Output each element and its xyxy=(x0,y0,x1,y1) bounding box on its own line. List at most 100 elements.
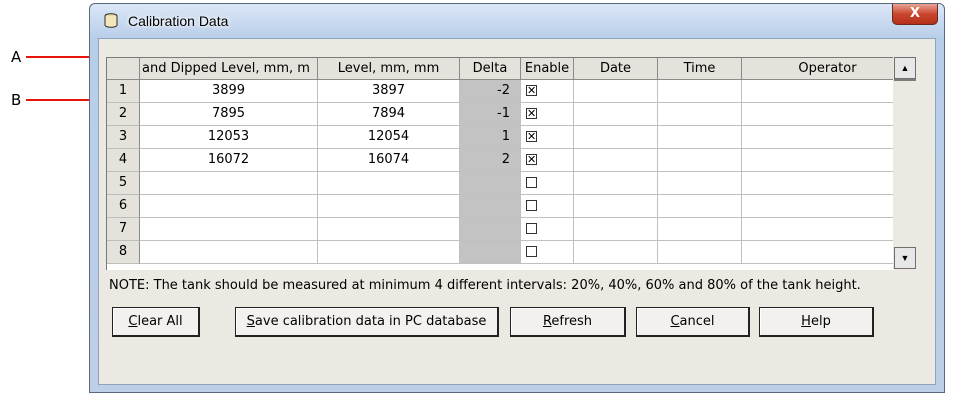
cell-dipped-level[interactable]: 12053 xyxy=(140,126,318,149)
cell-dipped-level[interactable] xyxy=(140,218,318,241)
column-header-delta[interactable]: Delta xyxy=(460,58,521,80)
help-button[interactable]: Help xyxy=(759,307,874,337)
scroll-up-button[interactable]: ▲ xyxy=(894,57,916,79)
cell-delta[interactable] xyxy=(460,241,521,264)
save-calibration-button[interactable]: Save calibration data in PC database xyxy=(235,307,499,337)
help-accel: H xyxy=(801,314,811,329)
cell-date[interactable] xyxy=(574,126,658,149)
column-header-level[interactable]: Level, mm, mm xyxy=(318,58,460,80)
cell-level[interactable]: 12054 xyxy=(318,126,460,149)
enable-checkbox[interactable] xyxy=(526,177,537,188)
refresh-button[interactable]: Refresh xyxy=(510,307,626,337)
vertical-scrollbar[interactable]: ▲ ▼ xyxy=(894,57,916,269)
cell-time[interactable] xyxy=(658,241,742,264)
cancel-button[interactable]: Cancel xyxy=(636,307,750,337)
cell-enable[interactable] xyxy=(521,195,574,218)
close-button[interactable]: X xyxy=(892,4,938,25)
save-accel: S xyxy=(246,314,255,329)
cell-dipped-level[interactable]: 16072 xyxy=(140,149,318,172)
cell-enable[interactable] xyxy=(521,241,574,264)
cell-time[interactable] xyxy=(658,126,742,149)
calibration-window: Calibration Data X and Dipped Level, mm,… xyxy=(89,3,945,393)
refresh-label: efresh xyxy=(551,314,593,329)
cell-time[interactable] xyxy=(658,218,742,241)
scroll-down-button[interactable]: ▼ xyxy=(894,247,916,269)
cell-date[interactable] xyxy=(574,80,658,103)
cell-dipped-level[interactable] xyxy=(140,241,318,264)
cell-delta[interactable]: 2 xyxy=(460,149,521,172)
scroll-thumb[interactable] xyxy=(894,79,916,81)
cell-operator[interactable] xyxy=(742,149,893,172)
cell-operator[interactable] xyxy=(742,195,893,218)
column-header-dipped-level[interactable]: and Dipped Level, mm, m xyxy=(140,58,318,80)
database-icon xyxy=(104,13,118,28)
cell-level[interactable] xyxy=(318,218,460,241)
row-header[interactable]: 3 xyxy=(107,126,140,149)
cell-delta[interactable] xyxy=(460,218,521,241)
column-header-operator[interactable]: Operator xyxy=(742,58,893,80)
cell-operator[interactable] xyxy=(742,241,893,264)
cell-date[interactable] xyxy=(574,149,658,172)
cell-level[interactable] xyxy=(318,241,460,264)
enable-checkbox[interactable]: ✕ xyxy=(526,131,537,142)
row-header[interactable]: 2 xyxy=(107,103,140,126)
column-header-time[interactable]: Time xyxy=(658,58,742,80)
annotation-label-a: A xyxy=(11,48,22,66)
enable-checkbox[interactable] xyxy=(526,200,537,211)
enable-checkbox[interactable]: ✕ xyxy=(526,85,537,96)
cell-dipped-level[interactable]: 3899 xyxy=(140,80,318,103)
cell-enable[interactable] xyxy=(521,172,574,195)
cell-time[interactable] xyxy=(658,80,742,103)
column-header-enable[interactable]: Enable xyxy=(521,58,574,80)
cell-dipped-level[interactable] xyxy=(140,172,318,195)
row-header[interactable]: 4 xyxy=(107,149,140,172)
cell-time[interactable] xyxy=(658,149,742,172)
cell-time[interactable] xyxy=(658,172,742,195)
cell-delta[interactable]: -2 xyxy=(460,80,521,103)
cell-delta[interactable]: 1 xyxy=(460,126,521,149)
cell-operator[interactable] xyxy=(742,218,893,241)
cell-time[interactable] xyxy=(658,195,742,218)
enable-checkbox[interactable]: ✕ xyxy=(526,154,537,165)
cell-enable[interactable]: ✕ xyxy=(521,126,574,149)
cell-date[interactable] xyxy=(574,195,658,218)
cell-level[interactable]: 7894 xyxy=(318,103,460,126)
enable-checkbox[interactable]: ✕ xyxy=(526,108,537,119)
cell-enable[interactable]: ✕ xyxy=(521,103,574,126)
cell-operator[interactable] xyxy=(742,80,893,103)
row-header[interactable]: 5 xyxy=(107,172,140,195)
cell-dipped-level[interactable] xyxy=(140,195,318,218)
cell-date[interactable] xyxy=(574,241,658,264)
cell-level[interactable]: 16074 xyxy=(318,149,460,172)
cell-operator[interactable] xyxy=(742,126,893,149)
cancel-label: ancel xyxy=(679,314,715,329)
cell-operator[interactable] xyxy=(742,103,893,126)
cell-date[interactable] xyxy=(574,172,658,195)
cell-time[interactable] xyxy=(658,103,742,126)
cell-enable[interactable]: ✕ xyxy=(521,80,574,103)
enable-checkbox[interactable] xyxy=(526,223,537,234)
cell-enable[interactable] xyxy=(521,218,574,241)
column-header-date[interactable]: Date xyxy=(574,58,658,80)
enable-checkbox[interactable] xyxy=(526,246,537,257)
clear-all-button[interactable]: Clear All xyxy=(112,307,200,337)
cell-enable[interactable]: ✕ xyxy=(521,149,574,172)
title-bar[interactable]: Calibration Data X xyxy=(90,4,944,38)
cell-date[interactable] xyxy=(574,103,658,126)
row-header[interactable]: 8 xyxy=(107,241,140,264)
note-text: NOTE: The tank should be measured at min… xyxy=(109,278,861,293)
row-header[interactable]: 6 xyxy=(107,195,140,218)
cell-level[interactable] xyxy=(318,172,460,195)
row-header[interactable]: 1 xyxy=(107,80,140,103)
row-header[interactable]: 7 xyxy=(107,218,140,241)
window-title: Calibration Data xyxy=(128,13,229,29)
cell-dipped-level[interactable]: 7895 xyxy=(140,103,318,126)
cell-delta[interactable] xyxy=(460,195,521,218)
calibration-grid[interactable]: and Dipped Level, mm, m Level, mm, mm Delt… xyxy=(106,57,893,270)
cell-date[interactable] xyxy=(574,218,658,241)
cell-operator[interactable] xyxy=(742,172,893,195)
cell-level[interactable] xyxy=(318,195,460,218)
cell-delta[interactable]: -1 xyxy=(460,103,521,126)
cell-delta[interactable] xyxy=(460,172,521,195)
cell-level[interactable]: 3897 xyxy=(318,80,460,103)
